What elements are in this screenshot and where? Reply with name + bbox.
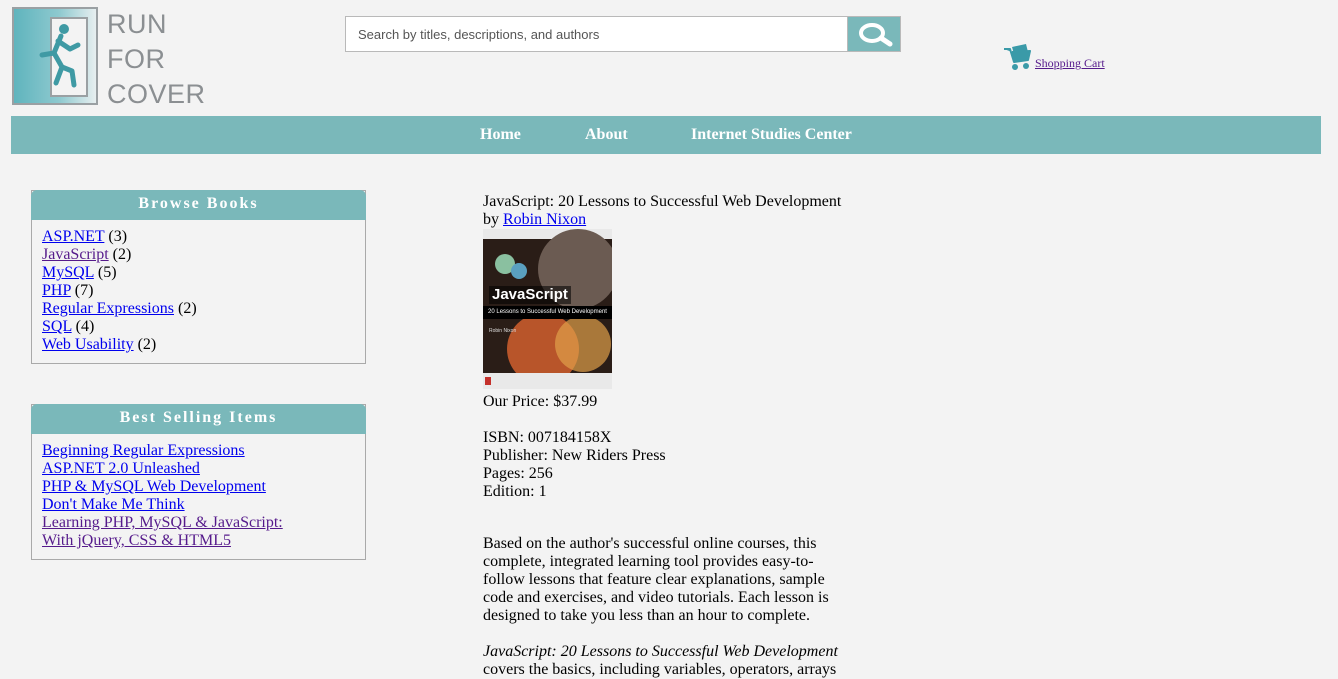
list-item: ASP.NET (3) <box>42 228 355 246</box>
price-label: Our Price: <box>483 393 550 410</box>
category-link[interactable]: JavaScript <box>42 246 109 263</box>
category-count: (2) <box>112 246 132 263</box>
edition-value: 1 <box>538 483 547 500</box>
list-item: JavaScript (2) <box>42 246 355 264</box>
description-text: covers the basics, including variables, … <box>483 661 837 678</box>
bestseller-link[interactable]: ASP.NET 2.0 Unleashed <box>42 460 200 477</box>
browse-books-panel: Browse Books ASP.NET (3) JavaScript (2) … <box>31 190 366 364</box>
price-value: $37.99 <box>553 393 598 410</box>
category-count: (7) <box>74 282 94 299</box>
category-count: (3) <box>108 228 128 245</box>
shopping-cart-link[interactable]: Shopping Cart <box>1035 56 1105 71</box>
category-link[interactable]: MySQL <box>42 264 94 281</box>
browse-books-title: Browse Books <box>31 190 366 220</box>
publisher-value: New Riders Press <box>551 447 666 464</box>
list-item: Learning PHP, MySQL & JavaScript: With j… <box>42 514 355 550</box>
list-item: Regular Expressions (2) <box>42 300 355 318</box>
category-link[interactable]: Regular Expressions <box>42 300 174 317</box>
list-item: ASP.NET 2.0 Unleashed <box>42 460 355 478</box>
price-line: Our Price: $37.99 <box>483 393 843 411</box>
logo-mark <box>12 7 98 105</box>
cover-subtitle: 20 Lessons to Successful Web Development <box>483 306 612 319</box>
pages-line: Pages: 256 <box>483 465 843 483</box>
book-description-2: JavaScript: 20 Lessons to Successful Web… <box>483 643 843 679</box>
list-item: PHP (7) <box>42 282 355 300</box>
pages-value: 256 <box>528 465 553 482</box>
logo-text: RUN FOR COVER <box>107 7 206 112</box>
book-detail: JavaScript: 20 Lessons to Successful Web… <box>483 193 843 679</box>
list-item: Web Usability (2) <box>42 336 355 354</box>
category-link[interactable]: ASP.NET <box>42 228 104 245</box>
best-selling-list: Beginning Regular Expressions ASP.NET 2.… <box>32 434 365 559</box>
publisher-line: Publisher: New Riders Press <box>483 447 843 465</box>
list-item: Don't Make Me Think <box>42 496 355 514</box>
publisher-label: Publisher: <box>483 447 548 464</box>
category-count: (2) <box>137 336 157 353</box>
category-count: (5) <box>97 264 117 281</box>
edition-line: Edition: 1 <box>483 483 843 501</box>
cart-icon <box>1004 44 1031 70</box>
category-link[interactable]: PHP <box>42 282 71 299</box>
main-nav: Home About Internet Studies Center <box>11 116 1321 154</box>
list-item: SQL (4) <box>42 318 355 336</box>
category-link[interactable]: Web Usability <box>42 336 134 353</box>
cover-brand: JavaScript <box>489 286 571 304</box>
bestseller-link[interactable]: Beginning Regular Expressions <box>42 442 245 459</box>
shopping-cart[interactable]: Shopping Cart <box>1002 43 1105 71</box>
best-selling-title: Best Selling Items <box>31 404 366 434</box>
isbn-label: ISBN: <box>483 429 524 446</box>
nav-internet-studies-center[interactable]: Internet Studies Center <box>691 116 852 154</box>
edition-label: Edition: <box>483 483 535 500</box>
list-item: PHP & MySQL Web Development <box>42 478 355 496</box>
running-man-icon <box>39 24 81 88</box>
nav-about[interactable]: About <box>585 116 628 154</box>
nav-home[interactable]: Home <box>480 116 521 154</box>
isbn-value: 007184158X <box>527 429 612 446</box>
best-selling-panel: Best Selling Items Beginning Regular Exp… <box>31 404 366 560</box>
logo-line: RUN <box>107 9 167 39</box>
category-link[interactable]: SQL <box>42 318 72 335</box>
book-byline: by Robin Nixon <box>483 211 843 229</box>
pages-label: Pages: <box>483 465 525 482</box>
bestseller-link[interactable]: Don't Make Me Think <box>42 496 185 513</box>
by-label: by <box>483 211 499 228</box>
bestseller-link[interactable]: Learning PHP, MySQL & JavaScript: With j… <box>42 514 283 549</box>
category-count: (2) <box>177 300 197 317</box>
site-logo[interactable]: RUN FOR COVER <box>12 7 205 109</box>
bestseller-link[interactable]: PHP & MySQL Web Development <box>42 478 266 495</box>
author-link[interactable]: Robin Nixon <box>503 211 586 228</box>
cover-author: Robin Nixon <box>489 328 517 334</box>
book-description: Based on the author's successful online … <box>483 535 829 624</box>
category-count: (4) <box>75 318 95 335</box>
book-cover[interactable]: JavaScript 20 Lessons to Successful Web … <box>483 229 612 389</box>
description-title: JavaScript: 20 Lessons to Successful Web… <box>483 643 838 660</box>
magnifier-icon <box>859 23 893 47</box>
list-item: MySQL (5) <box>42 264 355 282</box>
browse-books-list: ASP.NET (3) JavaScript (2) MySQL (5) PHP… <box>32 220 365 363</box>
logo-line: FOR <box>107 44 166 74</box>
search-bar <box>345 16 901 52</box>
list-item: Beginning Regular Expressions <box>42 442 355 460</box>
search-input[interactable] <box>346 17 847 51</box>
search-button[interactable] <box>847 17 900 51</box>
book-title: JavaScript: 20 Lessons to Successful Web… <box>483 193 842 210</box>
logo-line: COVER <box>107 79 206 109</box>
isbn-line: ISBN: 007184158X <box>483 429 843 447</box>
